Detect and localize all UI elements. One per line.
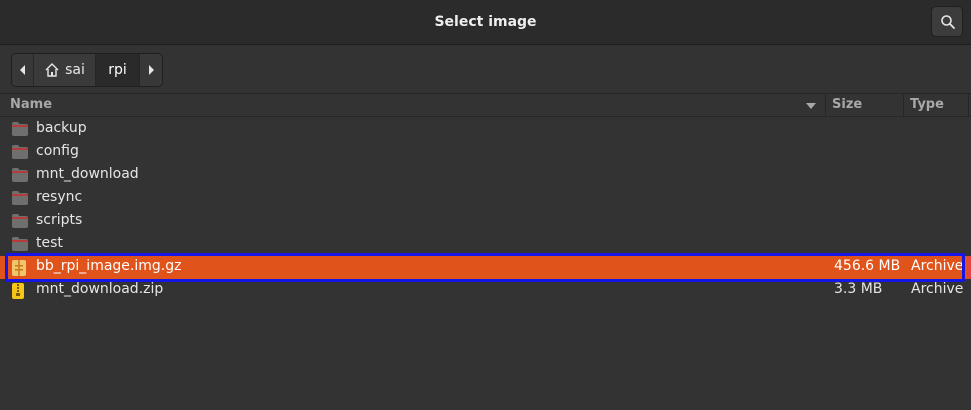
chevron-left-icon	[19, 65, 25, 75]
dialog-title: Select image	[434, 14, 537, 30]
chevron-right-icon	[149, 65, 154, 75]
path-forward-button[interactable]	[140, 54, 162, 86]
sort-descending-icon	[806, 103, 816, 109]
header-bar: Select image	[0, 0, 971, 45]
column-divider[interactable]	[825, 94, 826, 117]
folder-icon	[12, 168, 28, 182]
folder-icon	[12, 145, 28, 159]
file-name: test	[36, 235, 63, 251]
column-divider[interactable]	[903, 94, 904, 117]
column-size-header[interactable]: Size	[832, 97, 862, 112]
list-item[interactable]: scripts	[0, 210, 971, 233]
column-type-header[interactable]: Type	[910, 97, 944, 112]
file-name: scripts	[36, 212, 83, 228]
list-item[interactable]: mnt_download	[0, 164, 971, 187]
file-name: mnt_download.zip	[36, 281, 164, 297]
file-name: bb_rpi_image.img.gz	[36, 258, 182, 274]
folder-icon	[12, 237, 28, 251]
search-button[interactable]	[931, 6, 963, 37]
list-item-selected[interactable]: bb_rpi_image.img.gz 456.6 MB Archive	[0, 253, 971, 282]
file-size: 456.6 MB	[834, 258, 901, 274]
list-item[interactable]: backup	[0, 118, 971, 141]
path-back-button[interactable]	[12, 54, 34, 86]
file-type: Archive	[911, 281, 964, 297]
home-icon	[45, 63, 59, 77]
file-name: config	[36, 143, 79, 159]
list-item[interactable]: resync	[0, 187, 971, 210]
file-name: backup	[36, 120, 87, 136]
path-segment-label: rpi	[108, 62, 127, 78]
path-segment-label: sai	[65, 62, 85, 78]
list-item[interactable]: mnt_download.zip 3.3 MB Archive	[0, 279, 971, 302]
column-header: Name Size Type	[0, 93, 971, 117]
selection-edge-marker	[967, 256, 971, 279]
file-name: mnt_download	[36, 166, 139, 182]
folder-icon	[12, 122, 28, 136]
path-bar: sai rpi	[11, 53, 163, 87]
file-name: resync	[36, 189, 83, 205]
list-item[interactable]: test	[0, 233, 971, 256]
folder-icon	[12, 214, 28, 228]
file-type: Archive	[911, 258, 964, 274]
search-icon	[941, 15, 955, 29]
folder-icon	[12, 191, 28, 205]
column-divider[interactable]	[968, 94, 969, 117]
zip-archive-icon	[12, 283, 24, 299]
file-chooser-window: Select image sai rpi Name Size Type back…	[0, 0, 971, 410]
file-list: backup config mnt_download resync script…	[0, 118, 971, 302]
archive-icon	[12, 260, 26, 276]
list-item[interactable]: config	[0, 141, 971, 164]
file-size: 3.3 MB	[834, 281, 883, 297]
column-name-header[interactable]: Name	[10, 97, 52, 112]
path-segment-home[interactable]: sai	[34, 54, 96, 86]
path-segment-current[interactable]: rpi	[96, 54, 140, 86]
